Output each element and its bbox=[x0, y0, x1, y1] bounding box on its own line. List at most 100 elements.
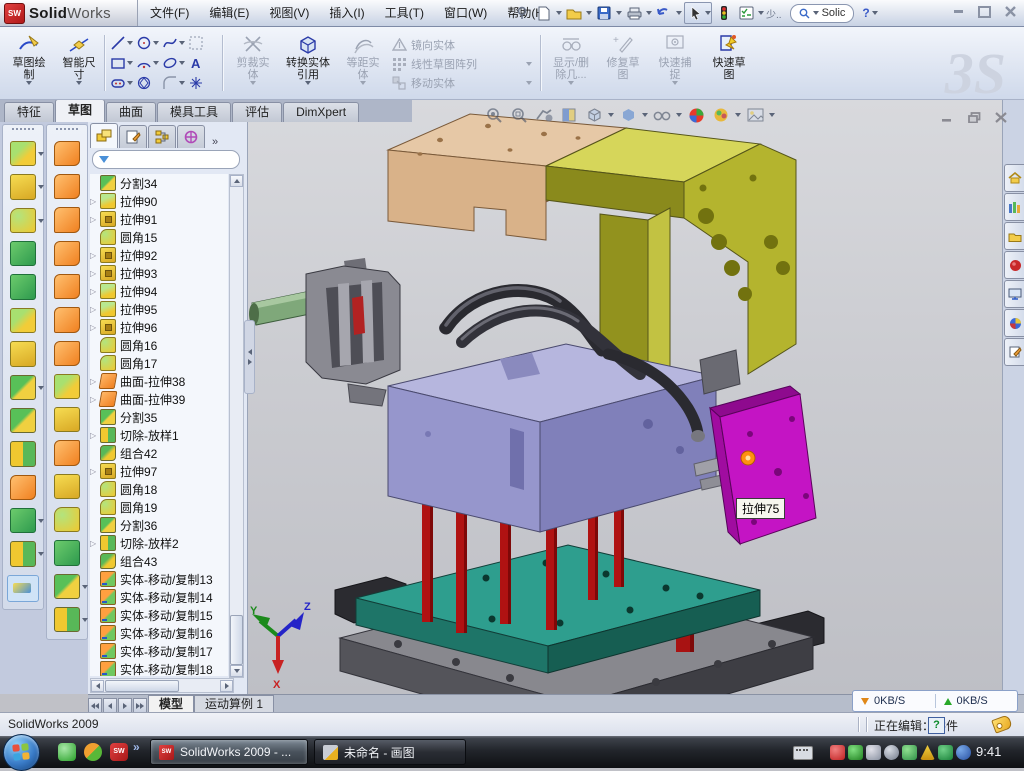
tree-item[interactable]: ▷切除-放样2 bbox=[90, 534, 228, 552]
surface-revolve-tool-icon[interactable] bbox=[54, 174, 80, 199]
tree-item[interactable]: 组合42 bbox=[90, 444, 228, 462]
tab-feature-tree[interactable] bbox=[90, 123, 118, 148]
combine-tool-icon[interactable] bbox=[10, 441, 36, 466]
extrude-boss-tool-icon[interactable] bbox=[10, 141, 36, 166]
view-orientation-icon[interactable] bbox=[583, 105, 605, 125]
view-settings-caret[interactable] bbox=[769, 113, 775, 117]
pin-icon[interactable] bbox=[512, 3, 532, 23]
scroll-left-button[interactable] bbox=[91, 680, 104, 692]
lofted-tool-icon[interactable] bbox=[10, 274, 36, 299]
linear-pattern-caret[interactable] bbox=[526, 62, 532, 66]
surface-boundary-tool-icon[interactable] bbox=[54, 274, 80, 299]
taskbar-window-paint[interactable]: 未命名 - 画图 bbox=[314, 739, 466, 765]
convert-entities-button[interactable]: 转换实体引用 bbox=[282, 31, 334, 95]
surface-untrim-tool-icon[interactable] bbox=[54, 474, 80, 499]
tray-security-alert-icon[interactable] bbox=[830, 745, 845, 760]
reference-geometry-tool-icon[interactable] bbox=[10, 508, 36, 533]
search-results-tab[interactable] bbox=[1004, 251, 1024, 279]
point-tool-icon[interactable] bbox=[188, 73, 214, 93]
tree-item[interactable]: ▷拉伸95 bbox=[90, 300, 228, 318]
ellipse-tool-icon[interactable] bbox=[162, 53, 188, 73]
toolbar-grip[interactable] bbox=[56, 128, 78, 134]
hide-show-items-icon[interactable] bbox=[651, 105, 673, 125]
tab-mold-tools[interactable]: 模具工具 bbox=[157, 102, 231, 122]
tab-sketch[interactable]: 草图 bbox=[55, 99, 105, 122]
select-cursor-icon[interactable] bbox=[685, 3, 705, 23]
clamp-unit[interactable] bbox=[249, 258, 400, 406]
curve-tool-icon[interactable] bbox=[10, 541, 36, 566]
first-tab-button[interactable] bbox=[88, 698, 102, 713]
tree-item[interactable]: 圆角19 bbox=[90, 498, 228, 516]
surface-extend-tool-icon[interactable] bbox=[54, 440, 80, 465]
arc-tool-icon[interactable] bbox=[136, 53, 162, 73]
fillet-tool-icon[interactable] bbox=[10, 208, 36, 233]
select-tool-group[interactable] bbox=[684, 2, 712, 24]
tab-dimxpert[interactable]: DimXpert bbox=[283, 102, 359, 122]
options-checklist-icon[interactable] bbox=[736, 3, 756, 23]
quicklaunch-overflow[interactable]: » bbox=[133, 740, 140, 754]
move-entities-button[interactable]: 移动实体 bbox=[392, 73, 532, 92]
tag-icon[interactable] bbox=[991, 714, 1013, 733]
taskbar-window-solidworks[interactable]: SW SolidWorks 2009 - ... bbox=[150, 739, 308, 765]
doc-close-button[interactable] bbox=[992, 110, 1010, 124]
scroll-down-button[interactable] bbox=[230, 665, 243, 677]
help-button[interactable]: ? bbox=[862, 6, 869, 20]
menu-file[interactable]: 文件(F) bbox=[140, 0, 199, 26]
save-caret[interactable] bbox=[616, 11, 622, 15]
surface-fill-tool-icon[interactable] bbox=[54, 307, 80, 332]
sketch-button[interactable]: 草图绘制 bbox=[6, 31, 52, 95]
menu-edit[interactable]: 编辑(E) bbox=[199, 0, 259, 26]
tree-item[interactable]: 圆角16 bbox=[90, 336, 228, 354]
offset-entities-button[interactable]: 等距实体 bbox=[340, 31, 386, 95]
custom-properties-tab[interactable] bbox=[1004, 338, 1024, 366]
select-caret[interactable] bbox=[705, 11, 711, 15]
tab-features[interactable]: 特征 bbox=[4, 102, 54, 122]
previous-view-icon[interactable] bbox=[533, 105, 555, 125]
options-caret[interactable] bbox=[758, 11, 764, 15]
design-library-tab[interactable] bbox=[1004, 193, 1024, 221]
prev-tab-button[interactable] bbox=[103, 698, 117, 713]
scroll-right-button[interactable] bbox=[220, 680, 233, 692]
tree-item[interactable]: 实体-移动/复制16 bbox=[90, 624, 228, 642]
planar-surface-tool-icon[interactable] bbox=[54, 341, 80, 366]
help-caret[interactable] bbox=[872, 11, 878, 15]
tree-vertical-scrollbar[interactable] bbox=[229, 174, 244, 678]
tree-item[interactable]: 分割35 bbox=[90, 408, 228, 426]
menu-tools[interactable]: 工具(T) bbox=[375, 0, 434, 26]
slider-block[interactable] bbox=[710, 386, 816, 544]
tab-property-manager[interactable] bbox=[119, 125, 147, 148]
file-explorer-tab[interactable] bbox=[1004, 222, 1024, 250]
next-tab-button[interactable] bbox=[118, 698, 132, 713]
tree-item[interactable]: ▷切除-放样1 bbox=[90, 426, 228, 444]
model-tab[interactable]: 模型 bbox=[148, 695, 194, 713]
panel-overflow-button[interactable]: » bbox=[212, 136, 218, 148]
tray-network-warning-icon[interactable] bbox=[920, 745, 935, 760]
undo-icon[interactable] bbox=[654, 3, 674, 23]
section-view-icon[interactable] bbox=[558, 105, 580, 125]
surface-thicken-tool-icon[interactable] bbox=[54, 540, 80, 565]
tree-item[interactable]: 实体-移动/复制13 bbox=[90, 570, 228, 588]
scroll-thumb[interactable] bbox=[105, 680, 179, 692]
surface-knit-tool-icon[interactable] bbox=[54, 374, 80, 399]
surface-fillet-tool-icon[interactable] bbox=[54, 507, 80, 532]
panel-splitter[interactable] bbox=[244, 320, 255, 394]
last-tab-button[interactable] bbox=[133, 698, 147, 713]
surface-extrude-tool-icon[interactable] bbox=[54, 141, 80, 166]
tree-filter-input[interactable] bbox=[92, 150, 240, 169]
spline-tool-icon[interactable] bbox=[162, 33, 188, 53]
tree-item[interactable]: 分割36 bbox=[90, 516, 228, 534]
save-icon[interactable] bbox=[594, 3, 614, 23]
move-copy-tool-icon[interactable] bbox=[10, 475, 36, 500]
move-entities-caret[interactable] bbox=[526, 81, 532, 85]
surface-sweep-tool-icon[interactable] bbox=[54, 207, 80, 232]
tree-item[interactable]: ▷拉伸90 bbox=[90, 192, 228, 210]
tree-item[interactable]: 圆角18 bbox=[90, 480, 228, 498]
rapid-sketch-button[interactable]: 快速草图 bbox=[706, 31, 752, 95]
slot-tool-icon[interactable] bbox=[110, 73, 136, 93]
repair-sketch-button[interactable]: + 修复草图 bbox=[600, 31, 646, 95]
scroll-up-button[interactable] bbox=[230, 175, 243, 187]
appearances-scenes-tab[interactable] bbox=[1004, 309, 1024, 337]
display-style-icon[interactable] bbox=[617, 105, 639, 125]
tree-item[interactable]: ▷曲面-拉伸39 bbox=[90, 390, 228, 408]
draft-tool-icon[interactable] bbox=[10, 341, 36, 366]
